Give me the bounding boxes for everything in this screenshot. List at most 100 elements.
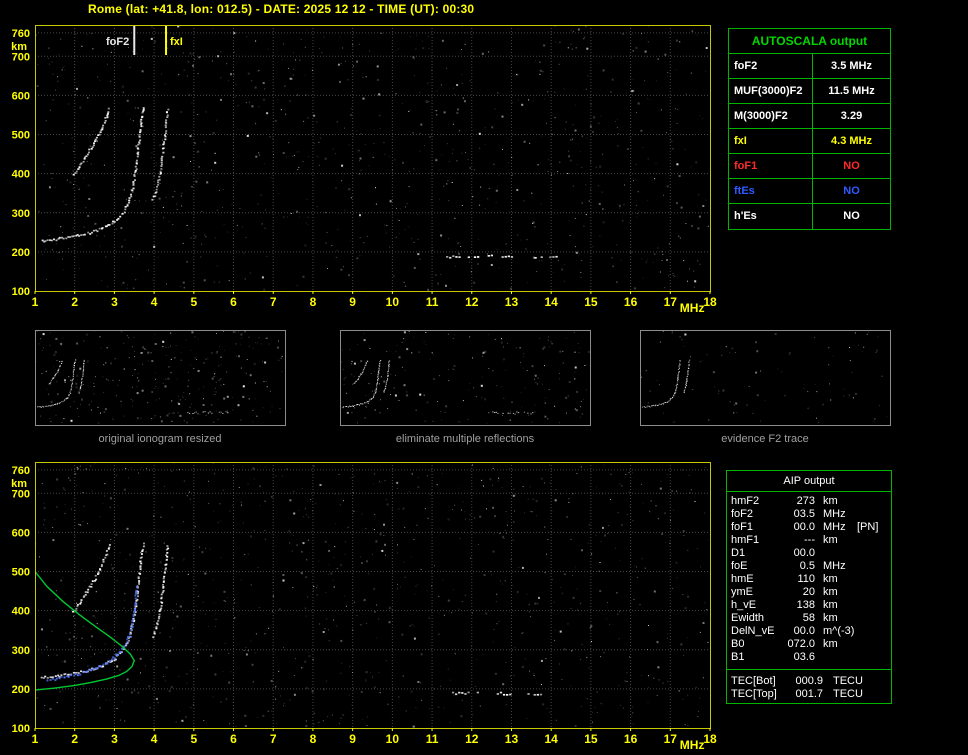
param-unit	[815, 547, 853, 560]
x-tick-label: 14	[544, 295, 558, 309]
aip-row-ewidth: Ewidth 58 km	[727, 612, 891, 625]
autoscaled-trace-dot	[100, 665, 103, 668]
x-tick-label: 15	[584, 732, 598, 746]
y-tick-label: 760	[12, 28, 30, 40]
aip-tec-list: TEC[Bot] 000.9 TECU TEC[Top] 001.7 TECU	[727, 672, 891, 703]
autoscaled-trace-dot	[112, 656, 115, 659]
param-unit: km	[823, 495, 838, 507]
autoscaled-trace-dot	[109, 660, 111, 663]
param-value: 20	[802, 586, 815, 598]
x-tick-label: 2	[71, 295, 78, 309]
x-tick-label: 13	[505, 732, 519, 746]
param-label: foF2	[731, 508, 754, 520]
param-unit: MHz	[823, 521, 846, 533]
autoscaled-trace-dot	[115, 653, 118, 656]
param-label: foE	[731, 560, 748, 572]
param-value: 00.0	[793, 547, 815, 559]
y-tick-label: 300	[12, 208, 30, 220]
param-flag	[853, 651, 887, 664]
autoscaled-trace-dot	[113, 657, 116, 660]
thumbnail-caption-eliminate-multiples: eliminate multiple reflections	[395, 433, 535, 445]
plot-border	[35, 25, 711, 292]
param-value: 3.29	[840, 110, 863, 122]
thumbnail-caption-evidence-f2: evidence F2 trace	[721, 433, 809, 445]
param-unit: km	[823, 534, 838, 546]
autoscaled-trace-dot	[131, 625, 134, 628]
param-label: h'Es	[729, 204, 813, 229]
param-flag	[853, 638, 887, 651]
x-tick-label: 5	[190, 732, 197, 746]
param-value: 3.5 MHz	[831, 60, 872, 72]
autoscaled-trace-dot	[130, 628, 133, 631]
param-label: fxI	[729, 129, 813, 153]
x-tick-label: 3	[111, 295, 118, 309]
x-tick-label: 11	[426, 295, 439, 309]
param-flag	[853, 547, 887, 560]
y-tick-label: 500	[12, 130, 30, 142]
y-tick-label: 400	[12, 169, 30, 181]
x-tick-label: 1	[32, 295, 39, 309]
plot-border	[35, 462, 711, 729]
autoscala-row-fof1: foF1 NO	[729, 154, 890, 179]
param-value: 00.0	[793, 625, 815, 637]
param-unit: TECU	[833, 675, 863, 687]
autoscaled-trace-dot	[135, 592, 138, 595]
fxI-marker-label: fxI	[170, 36, 183, 48]
param-value: 03.5	[793, 508, 815, 520]
autoscaled-trace-dot	[82, 671, 85, 674]
x-tick-label: 13	[505, 295, 519, 309]
autoscaled-trace-dot	[63, 676, 66, 679]
param-unit: MHz	[823, 560, 846, 572]
aip-row-delnve: DelN_vE 00.0 m^(-3)	[727, 625, 891, 638]
autoscaled-trace-dot	[49, 679, 52, 681]
y-tick-label: 760	[12, 465, 30, 477]
aip-row-hve: h_vE 138 km	[727, 599, 891, 612]
x-tick-label: 4	[151, 732, 158, 746]
param-value: 4.3 MHz	[831, 135, 872, 147]
x-tick-label: 10	[386, 732, 400, 746]
param-unit: TECU	[833, 688, 863, 700]
autoscaled-trace-dot	[110, 658, 113, 661]
autoscaled-trace-dot	[52, 677, 55, 680]
x-tick-label: 16	[624, 732, 638, 746]
x-tick-label: 17	[664, 295, 678, 309]
aip-tec-divider	[727, 669, 891, 670]
station-date-title: Rome (lat: +41.8, lon: 012.5) - DATE: 20…	[88, 2, 475, 16]
x-tick-label: 14	[544, 732, 558, 746]
autoscala-row-m3000f2: M(3000)F2 3.29	[729, 104, 890, 129]
param-label: Ewidth	[731, 612, 765, 624]
param-value: 0.5	[799, 560, 815, 572]
param-label: MUF(3000)F2	[729, 79, 813, 103]
autoscaled-trace-dot	[130, 623, 133, 626]
x-tick-label: 18	[703, 732, 717, 746]
param-label: B0	[731, 638, 745, 650]
autoscala-row-ftes: ftEs NO	[729, 179, 890, 204]
param-flag	[853, 586, 887, 599]
param-flag	[853, 599, 887, 612]
aip-row-yme: ymE 20 km	[727, 586, 891, 599]
autoscala-output-panel: AUTOSCALA output foF2 3.5 MHz MUF(3000)F…	[728, 28, 891, 230]
param-value: 072.0	[787, 638, 815, 650]
foF2-marker-label: foF2	[106, 36, 129, 48]
x-tick-label: 8	[310, 295, 317, 309]
param-unit: km	[823, 586, 838, 598]
aip-row-hmf1: hmF1 --- km	[727, 534, 891, 547]
x-tick-label: 11	[426, 732, 439, 746]
aip-row-hmf2: hmF2 273 km	[727, 495, 891, 508]
param-value: 58	[802, 612, 815, 624]
autoscaled-trace-dot	[132, 618, 134, 621]
param-value: NO	[843, 160, 860, 172]
x-tick-label: 12	[465, 732, 479, 746]
param-flag	[853, 560, 887, 573]
x-tick-label: 18	[703, 295, 717, 309]
x-tick-label: 4	[151, 295, 158, 309]
param-value: 000.9	[795, 675, 823, 687]
param-value: ---	[804, 534, 815, 546]
y-tick-label: 700	[12, 488, 30, 500]
param-label: foF1	[731, 521, 754, 533]
param-flag	[853, 508, 887, 521]
autoscaled-trace-dot	[134, 597, 137, 600]
y-tick-label: 600	[12, 90, 30, 102]
param-label: B1	[731, 651, 745, 663]
autoscala-panel-title: AUTOSCALA output	[729, 29, 890, 54]
